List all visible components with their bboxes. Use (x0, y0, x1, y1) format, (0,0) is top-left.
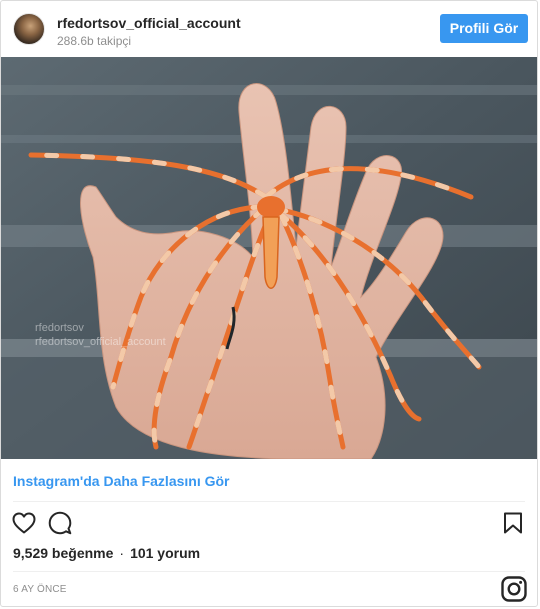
like-count[interactable]: 9,529 beğenme (13, 545, 113, 561)
instagram-embed-card: rfedortsov_official_account 288.6b takip… (0, 0, 538, 607)
instagram-icon-glyph (501, 576, 527, 602)
comment-icon[interactable] (46, 509, 74, 537)
heart-icon[interactable] (10, 509, 38, 537)
view-profile-button[interactable]: Profili Gör (440, 14, 528, 43)
action-bar (1, 507, 537, 539)
bookmark-icon[interactable] (499, 509, 527, 537)
comment-icon-glyph (48, 511, 72, 535)
stats-separator: · (119, 545, 125, 561)
comment-count[interactable]: 101 yorum (130, 545, 200, 561)
heart-icon-glyph (12, 512, 36, 534)
sea-spider-photo: rfedortsov rfedortsov_official_account (1, 57, 537, 459)
instagram-icon[interactable] (501, 576, 527, 602)
divider (13, 501, 525, 502)
watermark-line-1: rfedortsov (35, 322, 84, 334)
post-image[interactable]: rfedortsov rfedortsov_official_account (1, 57, 537, 459)
post-stats: 9,529 beğenme · 101 yorum (13, 545, 200, 561)
post-header: rfedortsov_official_account 288.6b takip… (1, 1, 537, 57)
username[interactable]: rfedortsov_official_account (57, 15, 241, 31)
avatar[interactable] (13, 13, 45, 45)
divider (13, 571, 525, 572)
follower-count: 288.6b takipçi (57, 34, 132, 48)
bookmark-icon-glyph (504, 512, 522, 534)
watermark-line-2: rfedortsov_official_account (35, 336, 166, 348)
post-timestamp[interactable]: 6 AY ÖNCE (13, 584, 67, 595)
view-more-on-instagram-link[interactable]: Instagram'da Daha Fazlasını Gör (13, 473, 230, 489)
